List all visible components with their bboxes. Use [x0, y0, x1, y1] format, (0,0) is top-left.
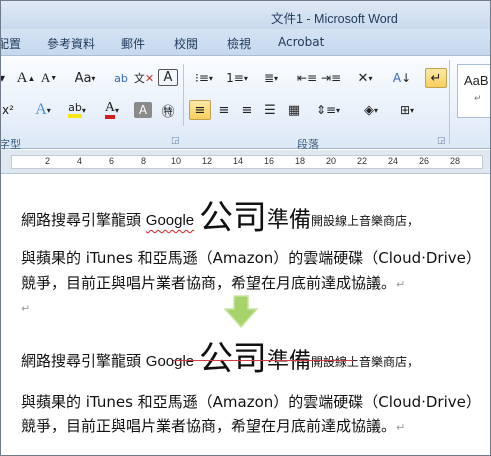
ruler-number: 16 — [264, 156, 275, 166]
ruler-number: 28 — [450, 156, 461, 166]
after-line-2: 與蘋果的 iTunes 和亞馬遜（Amazon）的雲端硬碟（Cloud·Driv… — [21, 393, 481, 411]
change-case-icon[interactable]: Aa ▾ — [71, 68, 99, 88]
group-separator — [183, 64, 184, 126]
increase-indent-icon[interactable]: ⇥≡ — [321, 68, 341, 88]
align-right-icon[interactable]: ≡ — [237, 100, 257, 120]
text-run: 競爭，目前正與唱片業者協商，希望在月底前達成協議。 — [21, 274, 397, 292]
align-center-icon[interactable]: ≡ — [214, 100, 234, 120]
ruler-number: 6 — [109, 156, 115, 166]
asian-layout-icon[interactable]: ✕ ▾ — [351, 68, 379, 88]
text-run-google: Google — [145, 212, 195, 229]
text-run-medium: 準備 — [266, 208, 311, 233]
empty-paragraph: ↵ — [21, 297, 30, 316]
align-left-icon[interactable]: ≡ — [189, 100, 211, 120]
shrink-font-icon[interactable]: A ▼ — [39, 68, 59, 88]
text-run: 網路搜尋引擎龍頭 — [21, 211, 146, 229]
tab-references[interactable]: 參考資料 — [47, 35, 95, 52]
shading-icon[interactable]: ◈ ▾ — [357, 100, 385, 120]
numbering-icon[interactable]: 1≡ ▾ — [223, 68, 251, 88]
ruler-number: 10 — [171, 156, 182, 166]
font-dialog-launcher-icon[interactable]: ◲ — [171, 136, 180, 146]
window-title: 文件1 - Microsoft Word — [271, 12, 398, 26]
bullets-icon[interactable]: ⁝≡ ▾ — [191, 68, 217, 88]
style-gallery-normal[interactable]: AaB ↵ — [457, 64, 490, 118]
ruler-number: 8 — [141, 156, 147, 166]
multilevel-list-icon[interactable]: ≣ ▾ — [257, 68, 285, 88]
text-run-medium: 準備 — [266, 349, 311, 374]
highlight-icon[interactable]: ab ▾ — [63, 100, 91, 120]
text-run-large: 公司 — [198, 198, 267, 238]
text-run-google: Google — [145, 353, 195, 370]
paragraph-dialog-launcher-icon[interactable]: ◲ — [437, 136, 446, 146]
strikethrough-line — [173, 360, 353, 361]
word-window: 文件1 - Microsoft Word 配置 參考資料 郵件 校閱 檢視 Ac… — [0, 0, 491, 456]
subscript-icon[interactable]: x² — [1, 100, 17, 120]
decrease-indent-icon[interactable]: ⇤≡ — [297, 68, 317, 88]
text-run-small: 開設線上音樂商店， — [310, 355, 419, 369]
text-run: 競爭，目前正與唱片業者協商，希望在月底前達成協議。 — [21, 417, 397, 435]
text-run-small: 開設線上音樂商店， — [310, 214, 419, 228]
phonetic-guide-icon[interactable]: ab — [111, 68, 131, 88]
ruler-number: 4 — [77, 156, 83, 166]
paragraph-mark: ↵ — [396, 278, 406, 291]
tab-acrobat[interactable]: Acrobat — [278, 35, 324, 49]
line-spacing-icon[interactable]: ⇕≡ ▾ — [313, 100, 343, 120]
before-line-1: 網路搜尋引擎龍頭 Google 公司準備開設線上音樂商店， — [21, 201, 419, 235]
ruler-number: 26 — [419, 156, 430, 166]
horizontal-ruler[interactable]: 2 4 6 8 10 12 14 16 18 20 22 24 26 28 — [1, 150, 490, 174]
text-run: 網路搜尋引擎龍頭 — [21, 352, 146, 370]
grow-font-dropdown-icon[interactable]: ▾ — [1, 68, 9, 88]
ruler-number: 24 — [388, 156, 399, 166]
ribbon: ▾ A▲ A▼ Aa▾ ab 文✕ A ⁝≡▾ 1≡▾ ≣▾ ⇤≡ ⇥≡ ✕▾ … — [1, 55, 490, 151]
ruler-number: 20 — [326, 156, 337, 166]
ruler-number: 2 — [45, 156, 51, 166]
paragraph-mark: ↵ — [396, 421, 406, 434]
before-line-3: 競爭，目前正與唱片業者協商，希望在月底前達成協議。↵ — [21, 272, 405, 293]
ruler-number: 14 — [233, 156, 244, 166]
grow-font-icon[interactable]: A ▲ — [16, 68, 36, 88]
enclose-characters-icon[interactable]: ㊕ — [158, 100, 178, 120]
style-preview-text: AaB — [464, 73, 489, 88]
justify-icon[interactable]: ☰ — [260, 100, 280, 120]
clear-format-icon[interactable]: 文 ✕ — [134, 68, 154, 88]
style-preview-mark: ↵ — [474, 93, 482, 103]
ribbon-tab-bar: 配置 參考資料 郵件 校閱 檢視 Acrobat — [1, 29, 490, 55]
sort-icon[interactable]: A ↓ — [391, 68, 413, 88]
before-line-2: 與蘋果的 iTunes 和亞馬遜（Amazon）的雲端硬碟（Cloud·Driv… — [21, 249, 481, 267]
down-arrow-icon — [223, 295, 259, 329]
show-marks-icon[interactable]: ↵ — [425, 68, 447, 88]
tab-review[interactable]: 校閱 — [174, 35, 198, 52]
text-effects-icon[interactable]: A ▾ — [31, 100, 55, 120]
borders-icon[interactable]: ⊞ ▾ — [393, 100, 421, 120]
paragraph-mark: ↵ — [21, 302, 31, 315]
after-line-1: 網路搜尋引擎龍頭 Google 公司準備開設線上音樂商店， — [21, 342, 419, 376]
ruler-number: 12 — [202, 156, 213, 166]
character-shading-icon[interactable]: A — [134, 102, 152, 118]
after-line-3: 競爭，目前正與唱片業者協商，希望在月底前達成協議。↵ — [21, 415, 405, 436]
group-separator — [449, 60, 450, 144]
title-bar: 文件1 - Microsoft Word — [1, 1, 490, 29]
ruler-number: 22 — [357, 156, 368, 166]
tab-view[interactable]: 檢視 — [227, 35, 251, 52]
ruler-number: 18 — [295, 156, 306, 166]
tab-layout[interactable]: 配置 — [1, 35, 21, 52]
distributed-icon[interactable]: ▦ — [284, 100, 304, 120]
tab-mailings[interactable]: 郵件 — [121, 35, 145, 52]
text-run-large: 公司 — [198, 339, 267, 379]
font-color-icon[interactable]: A ▾ — [99, 100, 125, 120]
document-page[interactable]: 網路搜尋引擎龍頭 Google 公司準備開設線上音樂商店， 與蘋果的 iTune… — [1, 175, 490, 455]
character-border-icon[interactable]: A — [158, 69, 178, 86]
